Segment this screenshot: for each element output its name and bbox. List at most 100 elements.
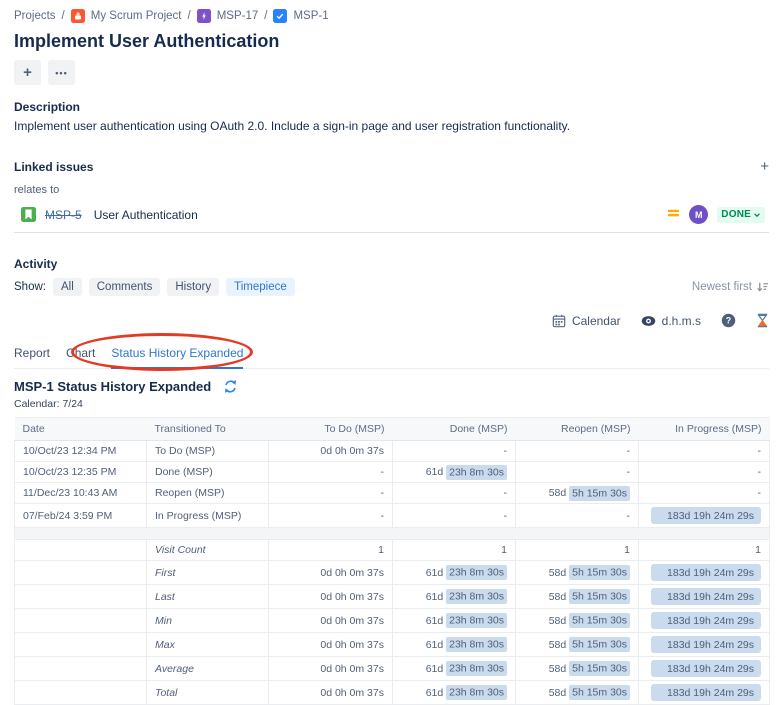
breadcrumb: Projects / My Scrum Project / MSP-17 / M… [14, 8, 769, 24]
duration-prefix: 58d [549, 663, 569, 675]
duration-cell: 183d 19h 24m 29s [639, 633, 770, 657]
breadcrumb-issue[interactable]: MSP-1 [293, 10, 328, 22]
sort-order-control[interactable]: Newest first [692, 281, 769, 293]
time-format-button[interactable]: d.h.m.s [641, 314, 701, 328]
duration-cell: 58d 5h 15m 30s [516, 657, 639, 681]
duration-cell: 0d 0h 0m 37s [269, 633, 393, 657]
duration-prefix: 58d [549, 639, 569, 651]
breadcrumb-project[interactable]: My Scrum Project [91, 10, 182, 22]
duration-cell: 58d 5h 15m 30s [516, 561, 639, 585]
column-header: Transitioned To [147, 418, 269, 441]
transition-cell: In Progress (MSP) [147, 504, 269, 528]
table-row: Max0d 0h 0m 37s61d 23h 8m 30s58d 5h 15m … [15, 633, 770, 657]
table-row: 07/Feb/24 3:59 PMIn Progress (MSP)---183… [15, 504, 770, 528]
duration-prefix: 61d [426, 615, 446, 627]
add-linked-issue-button[interactable]: + [760, 161, 769, 173]
table-row: Average0d 0h 0m 37s61d 23h 8m 30s58d 5h … [15, 657, 770, 681]
link-relation-label: relates to [14, 184, 769, 196]
table-row: Total0d 0h 0m 37s61d 23h 8m 30s58d 5h 15… [15, 681, 770, 705]
table-row: First0d 0h 0m 37s61d 23h 8m 30s58d 5h 15… [15, 561, 770, 585]
transition-cell: First [147, 561, 269, 585]
duration-prefix: 58d [549, 615, 569, 627]
highlighted-duration: 183d 19h 24m 29s [651, 612, 761, 629]
column-header: Date [15, 418, 147, 441]
highlighted-duration: 183d 19h 24m 29s [651, 636, 761, 653]
more-actions-button[interactable]: ••• [48, 60, 75, 85]
epic-icon [197, 9, 211, 23]
linked-issue-row[interactable]: MSP-5 User Authentication M DONE [14, 201, 769, 233]
tab-status-history-expanded[interactable]: Status History Expanded [111, 341, 243, 369]
table-row: Min0d 0h 0m 37s61d 23h 8m 30s58d 5h 15m … [15, 609, 770, 633]
breadcrumb-projects[interactable]: Projects [14, 10, 56, 22]
highlighted-duration: 23h 8m 30s [446, 565, 507, 580]
hourglass-button[interactable] [756, 313, 769, 328]
highlighted-duration: 5h 15m 30s [569, 661, 630, 676]
task-icon [273, 9, 287, 23]
date-cell: 10/Oct/23 12:35 PM [15, 462, 147, 483]
spacer-cell [15, 528, 770, 540]
filter-timepiece[interactable]: Timepiece [226, 278, 295, 296]
duration-cell: - [516, 441, 639, 462]
help-button[interactable]: ? [721, 313, 736, 328]
transition-cell: Done (MSP) [147, 462, 269, 483]
status-table-head-row: DateTransitioned ToTo Do (MSP)Done (MSP)… [15, 418, 770, 441]
ellipsis-icon: ••• [55, 68, 67, 78]
duration-cell: - [393, 441, 516, 462]
highlighted-duration: 5h 15m 30s [569, 685, 630, 700]
duration-cell: 61d 23h 8m 30s [393, 609, 516, 633]
duration-prefix: 61d [426, 567, 446, 579]
duration-cell: - [393, 483, 516, 504]
description-body[interactable]: Implement user authentication using OAut… [14, 119, 769, 133]
duration-cell: - [639, 462, 770, 483]
filter-comments[interactable]: Comments [89, 278, 161, 296]
status-label: DONE [721, 209, 751, 220]
date-cell [15, 561, 147, 585]
duration-prefix: 58d [549, 567, 569, 579]
duration-cell: 61d 23h 8m 30s [393, 657, 516, 681]
show-label: Show: [14, 281, 46, 293]
linked-issue-key[interactable]: MSP-5 [45, 208, 82, 222]
breadcrumb-separator: / [264, 10, 267, 22]
description-heading: Description [14, 100, 769, 114]
calendar-button[interactable]: Calendar [552, 314, 621, 328]
time-format-label: d.h.m.s [662, 314, 701, 328]
filter-history[interactable]: History [167, 278, 219, 296]
duration-cell: 0d 0h 0m 37s [269, 657, 393, 681]
duration-cell: - [516, 462, 639, 483]
assignee-avatar: M [689, 205, 708, 224]
issue-page: Projects / My Scrum Project / MSP-17 / M… [0, 0, 783, 705]
tab-report[interactable]: Report [14, 341, 50, 368]
highlighted-duration: 183d 19h 24m 29s [651, 588, 761, 605]
priority-medium-icon [667, 206, 680, 224]
table-row: 10/Oct/23 12:34 PMTo Do (MSP)0d 0h 0m 37… [15, 441, 770, 462]
linked-issues-heading: Linked issues [14, 160, 93, 174]
duration-cell: - [516, 504, 639, 528]
attach-button[interactable]: + [14, 60, 41, 85]
refresh-button[interactable] [223, 379, 238, 394]
highlighted-duration: 23h 8m 30s [446, 589, 507, 604]
transition-cell: Total [147, 681, 269, 705]
date-cell [15, 681, 147, 705]
date-cell: 10/Oct/23 12:34 PM [15, 441, 147, 462]
refresh-icon [223, 379, 238, 394]
linked-issue-summary[interactable]: User Authentication [94, 208, 198, 222]
chevron-down-icon [753, 211, 761, 219]
tab-chart[interactable]: Chart [66, 341, 95, 368]
date-cell: 11/Dec/23 10:43 AM [15, 483, 147, 504]
spacer-row [15, 528, 770, 540]
filter-all[interactable]: All [53, 278, 82, 296]
duration-cell: 183d 19h 24m 29s [639, 561, 770, 585]
column-header: To Do (MSP) [269, 418, 393, 441]
status-table-body: 10/Oct/23 12:34 PMTo Do (MSP)0d 0h 0m 37… [15, 441, 770, 705]
status-dropdown[interactable]: DONE [717, 207, 765, 223]
highlighted-duration: 23h 8m 30s [446, 685, 507, 700]
duration-prefix: 61d [426, 687, 446, 699]
date-cell [15, 633, 147, 657]
timepiece-toolbar: Calendar d.h.m.s ? [14, 313, 769, 328]
highlighted-duration: 183d 19h 24m 29s [651, 684, 761, 701]
duration-cell: 58d 5h 15m 30s [516, 483, 639, 504]
duration-cell: 0d 0h 0m 37s [269, 609, 393, 633]
duration-cell: 61d 23h 8m 30s [393, 585, 516, 609]
question-icon: ? [721, 313, 736, 328]
breadcrumb-epic[interactable]: MSP-17 [217, 10, 259, 22]
